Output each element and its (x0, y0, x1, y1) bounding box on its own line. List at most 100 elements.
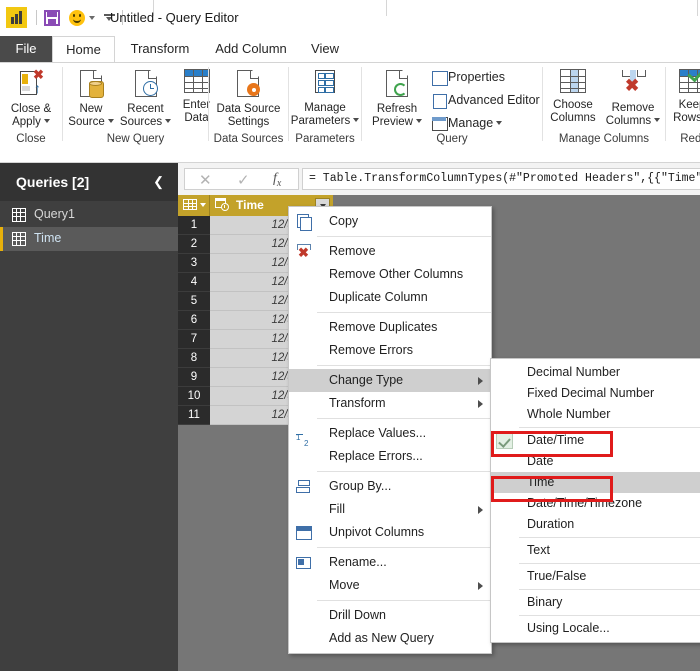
titlebar-separator-2 (386, 0, 387, 16)
context-menu-item-remove-other-columns[interactable]: Remove Other Columns (289, 263, 491, 286)
row-number[interactable]: 3 (178, 254, 210, 273)
row-number[interactable]: 5 (178, 292, 210, 311)
ribbon-bottom-strip (0, 146, 700, 163)
data-source-settings-button[interactable]: Data Source Settings (209, 69, 288, 129)
change-type-item-whole-number[interactable]: Whole Number (491, 404, 700, 425)
context-menu-item-replace-errors[interactable]: Replace Errors... (289, 445, 491, 468)
smiley-dropdown-icon[interactable] (89, 16, 95, 20)
change-type-item-label: Fixed Decimal Number (527, 386, 655, 400)
chevron-left-icon[interactable]: ❮ (153, 174, 164, 190)
query-list-item-query1[interactable]: Query1 (0, 203, 178, 227)
keep-rows-label-2: Rows (673, 112, 700, 124)
change-type-item-decimal-number[interactable]: Decimal Number (491, 362, 700, 383)
tab-add-column[interactable]: Add Column (205, 36, 297, 62)
context-menu-item-remove[interactable]: ✖ Remove (289, 240, 491, 263)
context-menu-item-remove-duplicates[interactable]: Remove Duplicates (289, 316, 491, 339)
ribbon-group-label-manage-columns: Manage Columns (558, 133, 650, 145)
context-menu-item-drill-down[interactable]: Drill Down (289, 604, 491, 627)
keep-rows-button[interactable]: Keep Rows (668, 64, 700, 125)
context-menu-item-duplicate-column[interactable]: Duplicate Column (289, 286, 491, 309)
change-type-item-using-locale[interactable]: Using Locale... (491, 618, 700, 639)
row-number[interactable]: 1 (178, 216, 210, 235)
context-menu-item-transform[interactable]: Transform (289, 392, 491, 415)
change-type-item-fixed-decimal-number[interactable]: Fixed Decimal Number (491, 383, 700, 404)
row-number[interactable]: 4 (178, 273, 210, 292)
change-type-item-date-time[interactable]: Date/Time (491, 430, 700, 451)
context-menu-item-remove-errors[interactable]: Remove Errors (289, 339, 491, 362)
select-all-table-icon[interactable] (178, 195, 210, 216)
context-menu-item-group-by[interactable]: Group By... (289, 475, 491, 498)
queries-pane-header: Queries [2] ❮ (0, 163, 178, 201)
power-bi-logo-icon (6, 7, 27, 28)
ribbon-tabstrip: File Home Transform Add Column View (0, 36, 700, 63)
formula-input[interactable]: = Table.TransformColumnTypes(#"Promoted … (302, 168, 700, 190)
change-type-item-label: Binary (527, 595, 563, 609)
context-menu-item-copy[interactable]: Copy (289, 210, 491, 233)
check-icon (496, 432, 513, 449)
keep-rows-icon (679, 64, 700, 93)
context-menu-item-unpivot-columns[interactable]: Unpivot Columns (289, 521, 491, 544)
row-number[interactable]: 6 (178, 311, 210, 330)
refresh-preview-button[interactable]: Refresh Preview (364, 69, 430, 129)
row-number[interactable]: 10 (178, 387, 210, 406)
chevron-down-icon[interactable] (496, 121, 503, 125)
chevron-down-icon[interactable] (200, 203, 206, 207)
tab-transform[interactable]: Transform (115, 36, 205, 62)
row-number[interactable]: 8 (178, 349, 210, 368)
chevron-down-icon[interactable] (654, 118, 661, 122)
new-source-button[interactable]: New Source (65, 69, 117, 129)
keep-rows-label-1: Keep (678, 99, 700, 111)
chevron-down-icon[interactable] (43, 119, 50, 123)
change-type-item-label: Duration (527, 517, 575, 531)
context-menu-item-change-type[interactable]: Change Type (289, 369, 491, 392)
context-menu-item-replace-values[interactable]: 1 2 Replace Values... (289, 422, 491, 448)
context-menu-item-rename[interactable]: Rename... (289, 551, 491, 574)
cancel-icon[interactable]: ✕ (199, 171, 212, 189)
change-type-submenu: Decimal Number Fixed Decimal Number Whole … (490, 358, 700, 643)
change-type-item-binary[interactable]: Binary (491, 592, 700, 613)
context-menu-item-label: Unpivot Columns (329, 525, 425, 539)
recent-sources-button[interactable]: Recent Sources (117, 69, 174, 129)
change-type-item-duration[interactable]: Duration (491, 514, 700, 535)
context-menu-item-add-as-new-query[interactable]: Add as New Query (289, 627, 491, 650)
context-menu-item-move[interactable]: Move (289, 574, 491, 597)
row-number[interactable]: 2 (178, 235, 210, 254)
change-type-item-time[interactable]: Time (491, 472, 700, 493)
row-number[interactable]: 7 (178, 330, 210, 349)
chevron-down-icon[interactable] (165, 119, 172, 123)
copy-icon (295, 214, 312, 231)
close-and-apply-button[interactable]: ✖ ↑ Close & Apply (0, 68, 62, 129)
context-menu-item-label: Remove Errors (329, 343, 414, 357)
chevron-down-icon[interactable] (353, 118, 360, 122)
choose-columns-icon (560, 69, 586, 93)
row-number[interactable]: 11 (178, 406, 210, 425)
chevron-down-icon[interactable] (107, 119, 114, 123)
tab-file[interactable]: File (0, 36, 52, 62)
accept-icon[interactable]: ✓ (237, 171, 250, 189)
change-type-item-date-time-timezone[interactable]: Date/Time/Timezone (491, 493, 700, 514)
save-icon[interactable] (44, 9, 60, 26)
ribbon-group-parameters: Manage Parameters Parameters (289, 63, 361, 147)
context-menu-item-fill[interactable]: Fill (289, 498, 491, 521)
query-list-item-time[interactable]: Time (0, 227, 178, 251)
menu-separator (317, 312, 491, 313)
tab-view[interactable]: View (297, 36, 353, 62)
tab-home[interactable]: Home (52, 36, 115, 63)
remove-columns-button[interactable]: ✖ Remove Columns (601, 69, 665, 128)
change-type-item-text[interactable]: Text (491, 540, 700, 561)
change-type-item-label: Date (527, 454, 554, 468)
change-type-item-label: Whole Number (527, 407, 611, 421)
smiley-icon[interactable] (69, 9, 85, 26)
table-icon (12, 208, 26, 222)
chevron-down-icon[interactable] (415, 119, 422, 123)
change-type-item-true-false[interactable]: True/False (491, 566, 700, 587)
change-type-item-date[interactable]: Date (491, 451, 700, 472)
context-menu-item-label: Replace Errors... (329, 449, 423, 463)
manage-parameters-button[interactable]: Manage Parameters (289, 69, 361, 128)
choose-columns-button[interactable]: Choose Columns (545, 69, 601, 125)
fx-icon[interactable]: fx (273, 171, 281, 189)
context-menu-item-label: Rename... (329, 555, 387, 569)
advanced-editor-label: Advanced Editor (448, 93, 540, 107)
row-number[interactable]: 9 (178, 368, 210, 387)
column-context-menu: Copy ✖ Remove Remove Other Columns Duplicate… (288, 206, 492, 654)
